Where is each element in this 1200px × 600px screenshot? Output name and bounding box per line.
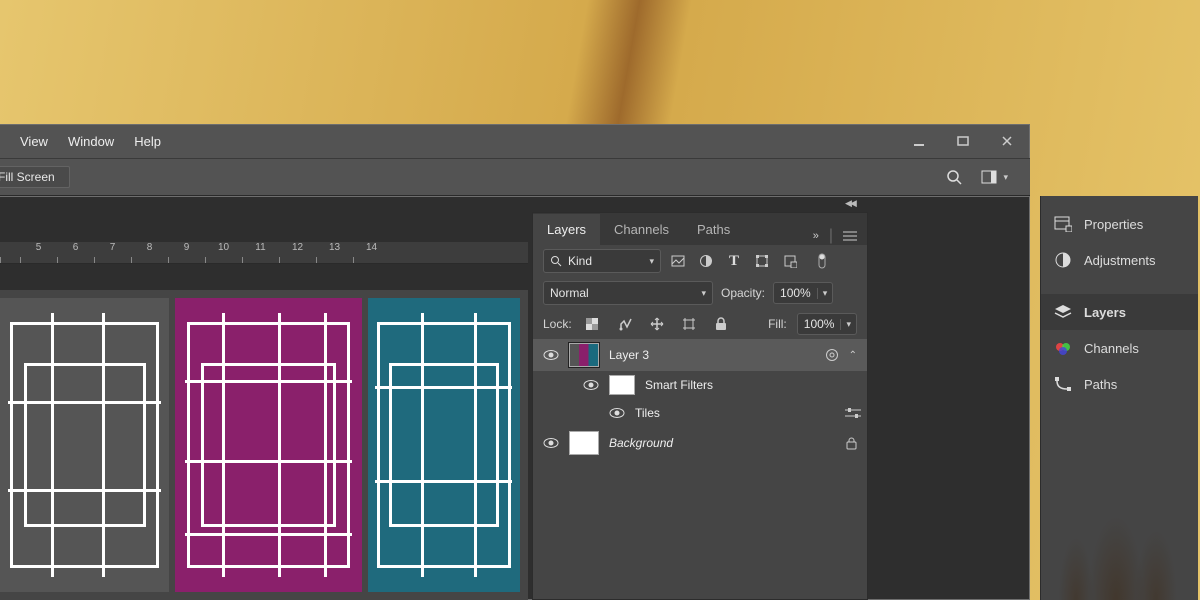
right-panel-dock: Properties Adjustments Layers Channels P…	[1040, 196, 1198, 600]
options-bar: Fill Screen ▾	[0, 158, 1030, 196]
opacity-value: 100%	[774, 286, 817, 300]
filter-blending-options-icon[interactable]	[845, 408, 861, 418]
paths-icon	[1054, 376, 1072, 392]
tab-paths[interactable]: Paths	[683, 214, 744, 245]
ruler-tick	[0, 242, 20, 263]
panel-paths[interactable]: Paths	[1041, 366, 1198, 402]
ruler-tick: 5	[20, 242, 57, 263]
menu-help[interactable]: Help	[124, 134, 171, 149]
smart-object-indicator-icon	[825, 348, 839, 362]
visibility-toggle-icon[interactable]	[543, 349, 559, 361]
expand-panel-icon[interactable]: »	[813, 230, 819, 242]
filter-name[interactable]: Tiles	[635, 406, 660, 420]
opacity-label: Opacity:	[721, 286, 765, 300]
filter-type-icon[interactable]: T	[723, 250, 745, 272]
fill-input[interactable]: 100% ▾	[797, 313, 857, 335]
filter-row[interactable]: Tiles	[533, 399, 867, 427]
panel-properties[interactable]: Properties	[1041, 206, 1198, 242]
panel-tabs: Layers Channels Paths » |	[533, 213, 867, 245]
layers-icon	[1054, 304, 1072, 320]
panel-menu-icon[interactable]	[843, 231, 857, 241]
layer-thumbnail[interactable]	[569, 431, 599, 455]
tab-channels[interactable]: Channels	[600, 214, 683, 245]
panel-label: Adjustments	[1084, 253, 1156, 268]
layer-row[interactable]: Background	[533, 427, 867, 459]
artwork-tile-teal	[368, 298, 520, 592]
smart-filters-row[interactable]: Smart Filters	[533, 371, 867, 399]
workspace-switcher[interactable]: ▾	[981, 170, 1008, 184]
fill-label: Fill:	[768, 317, 787, 331]
filter-shape-icon[interactable]	[751, 250, 773, 272]
menu-window[interactable]: Window	[58, 134, 124, 149]
panel-label: Layers	[1084, 305, 1126, 320]
panel-adjustments[interactable]: Adjustments	[1041, 242, 1198, 278]
smart-filters-label: Smart Filters	[645, 378, 713, 392]
channels-icon	[1054, 341, 1072, 355]
layer-filter-type-label: Kind	[568, 254, 592, 268]
fill-screen-button[interactable]: Fill Screen	[0, 166, 70, 188]
lock-all-icon[interactable]	[710, 313, 732, 335]
panel-channels[interactable]: Channels	[1041, 330, 1198, 366]
ruler-tick: 13	[316, 242, 353, 263]
filter-pixel-icon[interactable]	[667, 250, 689, 272]
lock-position-icon[interactable]	[646, 313, 668, 335]
blend-mode-value: Normal	[550, 286, 589, 300]
panel-layers[interactable]: Layers	[1041, 294, 1198, 330]
filter-smartobject-icon[interactable]	[779, 250, 801, 272]
menubar: View Window Help	[0, 124, 1030, 158]
window-maximize-button[interactable]	[941, 125, 985, 157]
lock-label: Lock:	[543, 317, 572, 331]
menu-view[interactable]: View	[10, 134, 58, 149]
visibility-toggle-icon[interactable]	[609, 407, 625, 419]
layer-list: Layer 3 ⌃ Smart Filters Tiles Background	[533, 339, 867, 459]
layer-name[interactable]: Layer 3	[609, 348, 649, 362]
layer-row[interactable]: Layer 3 ⌃	[533, 339, 867, 371]
search-icon[interactable]	[945, 168, 963, 186]
chevron-down-icon: ▾	[701, 288, 706, 299]
panel-label: Paths	[1084, 377, 1117, 392]
ruler-tick: 11	[242, 242, 279, 263]
visibility-toggle-icon[interactable]	[583, 379, 599, 391]
fill-value: 100%	[798, 317, 841, 331]
adjustments-icon	[1054, 251, 1072, 269]
collapse-panel-icon[interactable]: ◀◀	[845, 198, 855, 209]
ruler-tick: 9	[168, 242, 205, 263]
window-close-button[interactable]	[985, 125, 1029, 157]
search-icon	[550, 255, 562, 267]
chevron-down-icon: ▾	[1003, 172, 1008, 183]
opacity-input[interactable]: 100% ▾	[773, 282, 833, 304]
layer-thumbnail[interactable]	[569, 343, 599, 367]
horizontal-ruler: 5 6 7 8 9 10 11 12 13 14	[0, 242, 528, 264]
lock-image-icon[interactable]	[614, 313, 636, 335]
filter-mask-thumbnail[interactable]	[609, 375, 635, 395]
chevron-down-icon: ▾	[649, 256, 654, 267]
window-minimize-button[interactable]	[897, 125, 941, 157]
ruler-tick: 14	[353, 242, 390, 263]
layer-name[interactable]: Background	[609, 436, 673, 450]
filter-adjustment-icon[interactable]	[695, 250, 717, 272]
artwork-tile-purple	[175, 298, 361, 592]
ruler-tick: 12	[279, 242, 316, 263]
blend-mode-dropdown[interactable]: Normal ▾	[543, 281, 713, 305]
panel-label: Properties	[1084, 217, 1143, 232]
ruler-tick: 8	[131, 242, 168, 263]
visibility-toggle-icon[interactable]	[543, 437, 559, 449]
tab-layers[interactable]: Layers	[533, 214, 600, 245]
canvas[interactable]	[0, 290, 528, 600]
panel-label: Channels	[1084, 341, 1139, 356]
layers-panel: Layers Channels Paths » | Kind ▾ T Norma…	[532, 212, 868, 600]
ruler-tick: 6	[57, 242, 94, 263]
chevron-down-icon: ▾	[817, 288, 833, 299]
collapse-toggle-icon[interactable]: ⌃	[849, 350, 857, 361]
chevron-down-icon: ▾	[840, 319, 856, 330]
lock-transparent-icon[interactable]	[582, 313, 604, 335]
artwork-tile-gray	[0, 298, 169, 592]
properties-icon	[1054, 216, 1072, 232]
ruler-tick: 7	[94, 242, 131, 263]
lock-artboard-icon[interactable]	[678, 313, 700, 335]
ruler-tick: 10	[205, 242, 242, 263]
lock-icon[interactable]	[846, 437, 857, 450]
filter-toggle-switch[interactable]	[811, 250, 833, 272]
layer-filter-type[interactable]: Kind ▾	[543, 249, 661, 273]
